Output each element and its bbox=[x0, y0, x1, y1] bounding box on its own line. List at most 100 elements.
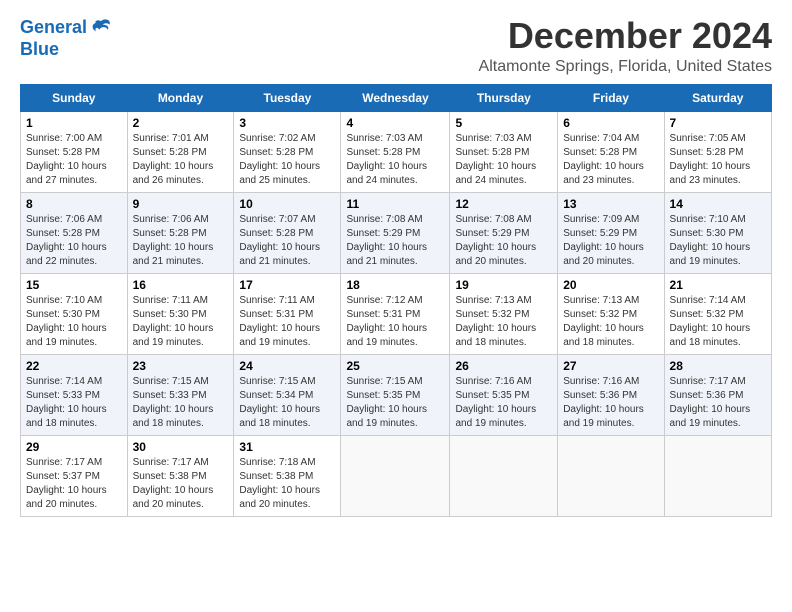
day-number: 21 bbox=[670, 278, 766, 292]
calendar-week-row: 15 Sunrise: 7:10 AM Sunset: 5:30 PM Dayli… bbox=[21, 273, 772, 354]
day-number: 18 bbox=[346, 278, 444, 292]
calendar-cell bbox=[558, 435, 664, 516]
calendar-cell: 1 Sunrise: 7:00 AM Sunset: 5:28 PM Daylig… bbox=[21, 111, 128, 192]
day-number: 15 bbox=[26, 278, 122, 292]
calendar-cell: 16 Sunrise: 7:11 AM Sunset: 5:30 PM Dayli… bbox=[127, 273, 234, 354]
title-block: December 2024 Altamonte Springs, Florida… bbox=[479, 16, 772, 76]
day-number: 10 bbox=[239, 197, 335, 211]
day-number: 13 bbox=[563, 197, 658, 211]
day-info: Sunrise: 7:03 AM Sunset: 5:28 PM Dayligh… bbox=[346, 132, 444, 188]
main-title: December 2024 bbox=[479, 16, 772, 56]
calendar-cell: 22 Sunrise: 7:14 AM Sunset: 5:33 PM Dayli… bbox=[21, 354, 128, 435]
day-info: Sunrise: 7:04 AM Sunset: 5:28 PM Dayligh… bbox=[563, 132, 658, 188]
day-info: Sunrise: 7:01 AM Sunset: 5:28 PM Dayligh… bbox=[133, 132, 229, 188]
day-number: 12 bbox=[455, 197, 552, 211]
day-info: Sunrise: 7:14 AM Sunset: 5:33 PM Dayligh… bbox=[26, 375, 122, 431]
day-number: 7 bbox=[670, 116, 766, 130]
calendar-cell: 12 Sunrise: 7:08 AM Sunset: 5:29 PM Dayli… bbox=[450, 192, 558, 273]
calendar-cell: 25 Sunrise: 7:15 AM Sunset: 5:35 PM Dayli… bbox=[341, 354, 450, 435]
calendar-cell: 24 Sunrise: 7:15 AM Sunset: 5:34 PM Dayli… bbox=[234, 354, 341, 435]
day-info: Sunrise: 7:15 AM Sunset: 5:35 PM Dayligh… bbox=[346, 375, 444, 431]
calendar-cell: 21 Sunrise: 7:14 AM Sunset: 5:32 PM Dayli… bbox=[664, 273, 771, 354]
calendar-cell: 10 Sunrise: 7:07 AM Sunset: 5:28 PM Dayli… bbox=[234, 192, 341, 273]
day-info: Sunrise: 7:14 AM Sunset: 5:32 PM Dayligh… bbox=[670, 294, 766, 350]
calendar-cell: 8 Sunrise: 7:06 AM Sunset: 5:28 PM Daylig… bbox=[21, 192, 128, 273]
calendar-cell: 28Sunrise: 7:17 AM Sunset: 5:36 PM Dayli… bbox=[664, 354, 771, 435]
day-number: 9 bbox=[133, 197, 229, 211]
calendar-header-row: SundayMondayTuesdayWednesdayThursdayFrid… bbox=[21, 84, 772, 111]
day-number: 16 bbox=[133, 278, 229, 292]
day-info: Sunrise: 7:08 AM Sunset: 5:29 PM Dayligh… bbox=[455, 213, 552, 269]
calendar-cell: 6 Sunrise: 7:04 AM Sunset: 5:28 PM Daylig… bbox=[558, 111, 664, 192]
day-info: Sunrise: 7:11 AM Sunset: 5:30 PM Dayligh… bbox=[133, 294, 229, 350]
calendar-cell: 19 Sunrise: 7:13 AM Sunset: 5:32 PM Dayli… bbox=[450, 273, 558, 354]
logo: General Blue bbox=[20, 16, 113, 60]
calendar-week-row: 1 Sunrise: 7:00 AM Sunset: 5:28 PM Daylig… bbox=[21, 111, 772, 192]
calendar-cell: 2 Sunrise: 7:01 AM Sunset: 5:28 PM Daylig… bbox=[127, 111, 234, 192]
calendar-cell: 14Sunrise: 7:10 AM Sunset: 5:30 PM Dayli… bbox=[664, 192, 771, 273]
calendar-cell: 27Sunrise: 7:16 AM Sunset: 5:36 PM Dayli… bbox=[558, 354, 664, 435]
day-number: 17 bbox=[239, 278, 335, 292]
day-info: Sunrise: 7:15 AM Sunset: 5:33 PM Dayligh… bbox=[133, 375, 229, 431]
calendar-header-tuesday: Tuesday bbox=[234, 84, 341, 111]
day-number: 3 bbox=[239, 116, 335, 130]
calendar-header-thursday: Thursday bbox=[450, 84, 558, 111]
day-number: 2 bbox=[133, 116, 229, 130]
day-info: Sunrise: 7:12 AM Sunset: 5:31 PM Dayligh… bbox=[346, 294, 444, 350]
day-info: Sunrise: 7:17 AM Sunset: 5:38 PM Dayligh… bbox=[133, 456, 229, 512]
day-number: 4 bbox=[346, 116, 444, 130]
day-number: 31 bbox=[239, 440, 335, 454]
day-info: Sunrise: 7:06 AM Sunset: 5:28 PM Dayligh… bbox=[26, 213, 122, 269]
day-number: 8 bbox=[26, 197, 122, 211]
calendar-header-monday: Monday bbox=[127, 84, 234, 111]
calendar-cell: 18 Sunrise: 7:12 AM Sunset: 5:31 PM Dayli… bbox=[341, 273, 450, 354]
calendar-header-wednesday: Wednesday bbox=[341, 84, 450, 111]
day-number: 22 bbox=[26, 359, 122, 373]
calendar-header-saturday: Saturday bbox=[664, 84, 771, 111]
calendar-cell: 23 Sunrise: 7:15 AM Sunset: 5:33 PM Dayli… bbox=[127, 354, 234, 435]
calendar-cell: 3 Sunrise: 7:02 AM Sunset: 5:28 PM Daylig… bbox=[234, 111, 341, 192]
day-number: 14 bbox=[670, 197, 766, 211]
day-info: Sunrise: 7:10 AM Sunset: 5:30 PM Dayligh… bbox=[26, 294, 122, 350]
day-number: 23 bbox=[133, 359, 229, 373]
day-info: Sunrise: 7:17 AM Sunset: 5:37 PM Dayligh… bbox=[26, 456, 122, 512]
day-info: Sunrise: 7:05 AM Sunset: 5:28 PM Dayligh… bbox=[670, 132, 766, 188]
logo-text-blue: Blue bbox=[20, 40, 113, 60]
calendar-week-row: 22 Sunrise: 7:14 AM Sunset: 5:33 PM Dayli… bbox=[21, 354, 772, 435]
day-info: Sunrise: 7:02 AM Sunset: 5:28 PM Dayligh… bbox=[239, 132, 335, 188]
day-number: 19 bbox=[455, 278, 552, 292]
calendar-cell: 30 Sunrise: 7:17 AM Sunset: 5:38 PM Dayli… bbox=[127, 435, 234, 516]
day-info: Sunrise: 7:16 AM Sunset: 5:35 PM Dayligh… bbox=[455, 375, 552, 431]
calendar-cell bbox=[341, 435, 450, 516]
calendar-cell: 15 Sunrise: 7:10 AM Sunset: 5:30 PM Dayli… bbox=[21, 273, 128, 354]
page-container: General Blue December 2024 Altamonte Spr… bbox=[0, 0, 792, 527]
day-info: Sunrise: 7:13 AM Sunset: 5:32 PM Dayligh… bbox=[455, 294, 552, 350]
day-info: Sunrise: 7:08 AM Sunset: 5:29 PM Dayligh… bbox=[346, 213, 444, 269]
day-number: 28 bbox=[670, 359, 766, 373]
calendar-cell bbox=[450, 435, 558, 516]
day-number: 11 bbox=[346, 197, 444, 211]
logo-bird-icon bbox=[89, 16, 113, 40]
subtitle: Altamonte Springs, Florida, United State… bbox=[479, 58, 772, 76]
day-info: Sunrise: 7:07 AM Sunset: 5:28 PM Dayligh… bbox=[239, 213, 335, 269]
calendar-cell: 13Sunrise: 7:09 AM Sunset: 5:29 PM Dayli… bbox=[558, 192, 664, 273]
day-number: 20 bbox=[563, 278, 658, 292]
day-number: 1 bbox=[26, 116, 122, 130]
calendar-table: SundayMondayTuesdayWednesdayThursdayFrid… bbox=[20, 84, 772, 517]
calendar-cell: 31Sunrise: 7:18 AM Sunset: 5:38 PM Dayli… bbox=[234, 435, 341, 516]
calendar-cell: 26Sunrise: 7:16 AM Sunset: 5:35 PM Dayli… bbox=[450, 354, 558, 435]
calendar-cell: 9Sunrise: 7:06 AM Sunset: 5:28 PM Daylig… bbox=[127, 192, 234, 273]
day-number: 24 bbox=[239, 359, 335, 373]
day-number: 27 bbox=[563, 359, 658, 373]
day-info: Sunrise: 7:15 AM Sunset: 5:34 PM Dayligh… bbox=[239, 375, 335, 431]
calendar-cell: 7 Sunrise: 7:05 AM Sunset: 5:28 PM Daylig… bbox=[664, 111, 771, 192]
day-number: 25 bbox=[346, 359, 444, 373]
header: General Blue December 2024 Altamonte Spr… bbox=[20, 16, 772, 76]
day-number: 6 bbox=[563, 116, 658, 130]
day-number: 30 bbox=[133, 440, 229, 454]
calendar-cell: 5Sunrise: 7:03 AM Sunset: 5:28 PM Daylig… bbox=[450, 111, 558, 192]
calendar-cell: 17 Sunrise: 7:11 AM Sunset: 5:31 PM Dayli… bbox=[234, 273, 341, 354]
day-info: Sunrise: 7:11 AM Sunset: 5:31 PM Dayligh… bbox=[239, 294, 335, 350]
calendar-week-row: 29Sunrise: 7:17 AM Sunset: 5:37 PM Dayli… bbox=[21, 435, 772, 516]
day-info: Sunrise: 7:00 AM Sunset: 5:28 PM Dayligh… bbox=[26, 132, 122, 188]
